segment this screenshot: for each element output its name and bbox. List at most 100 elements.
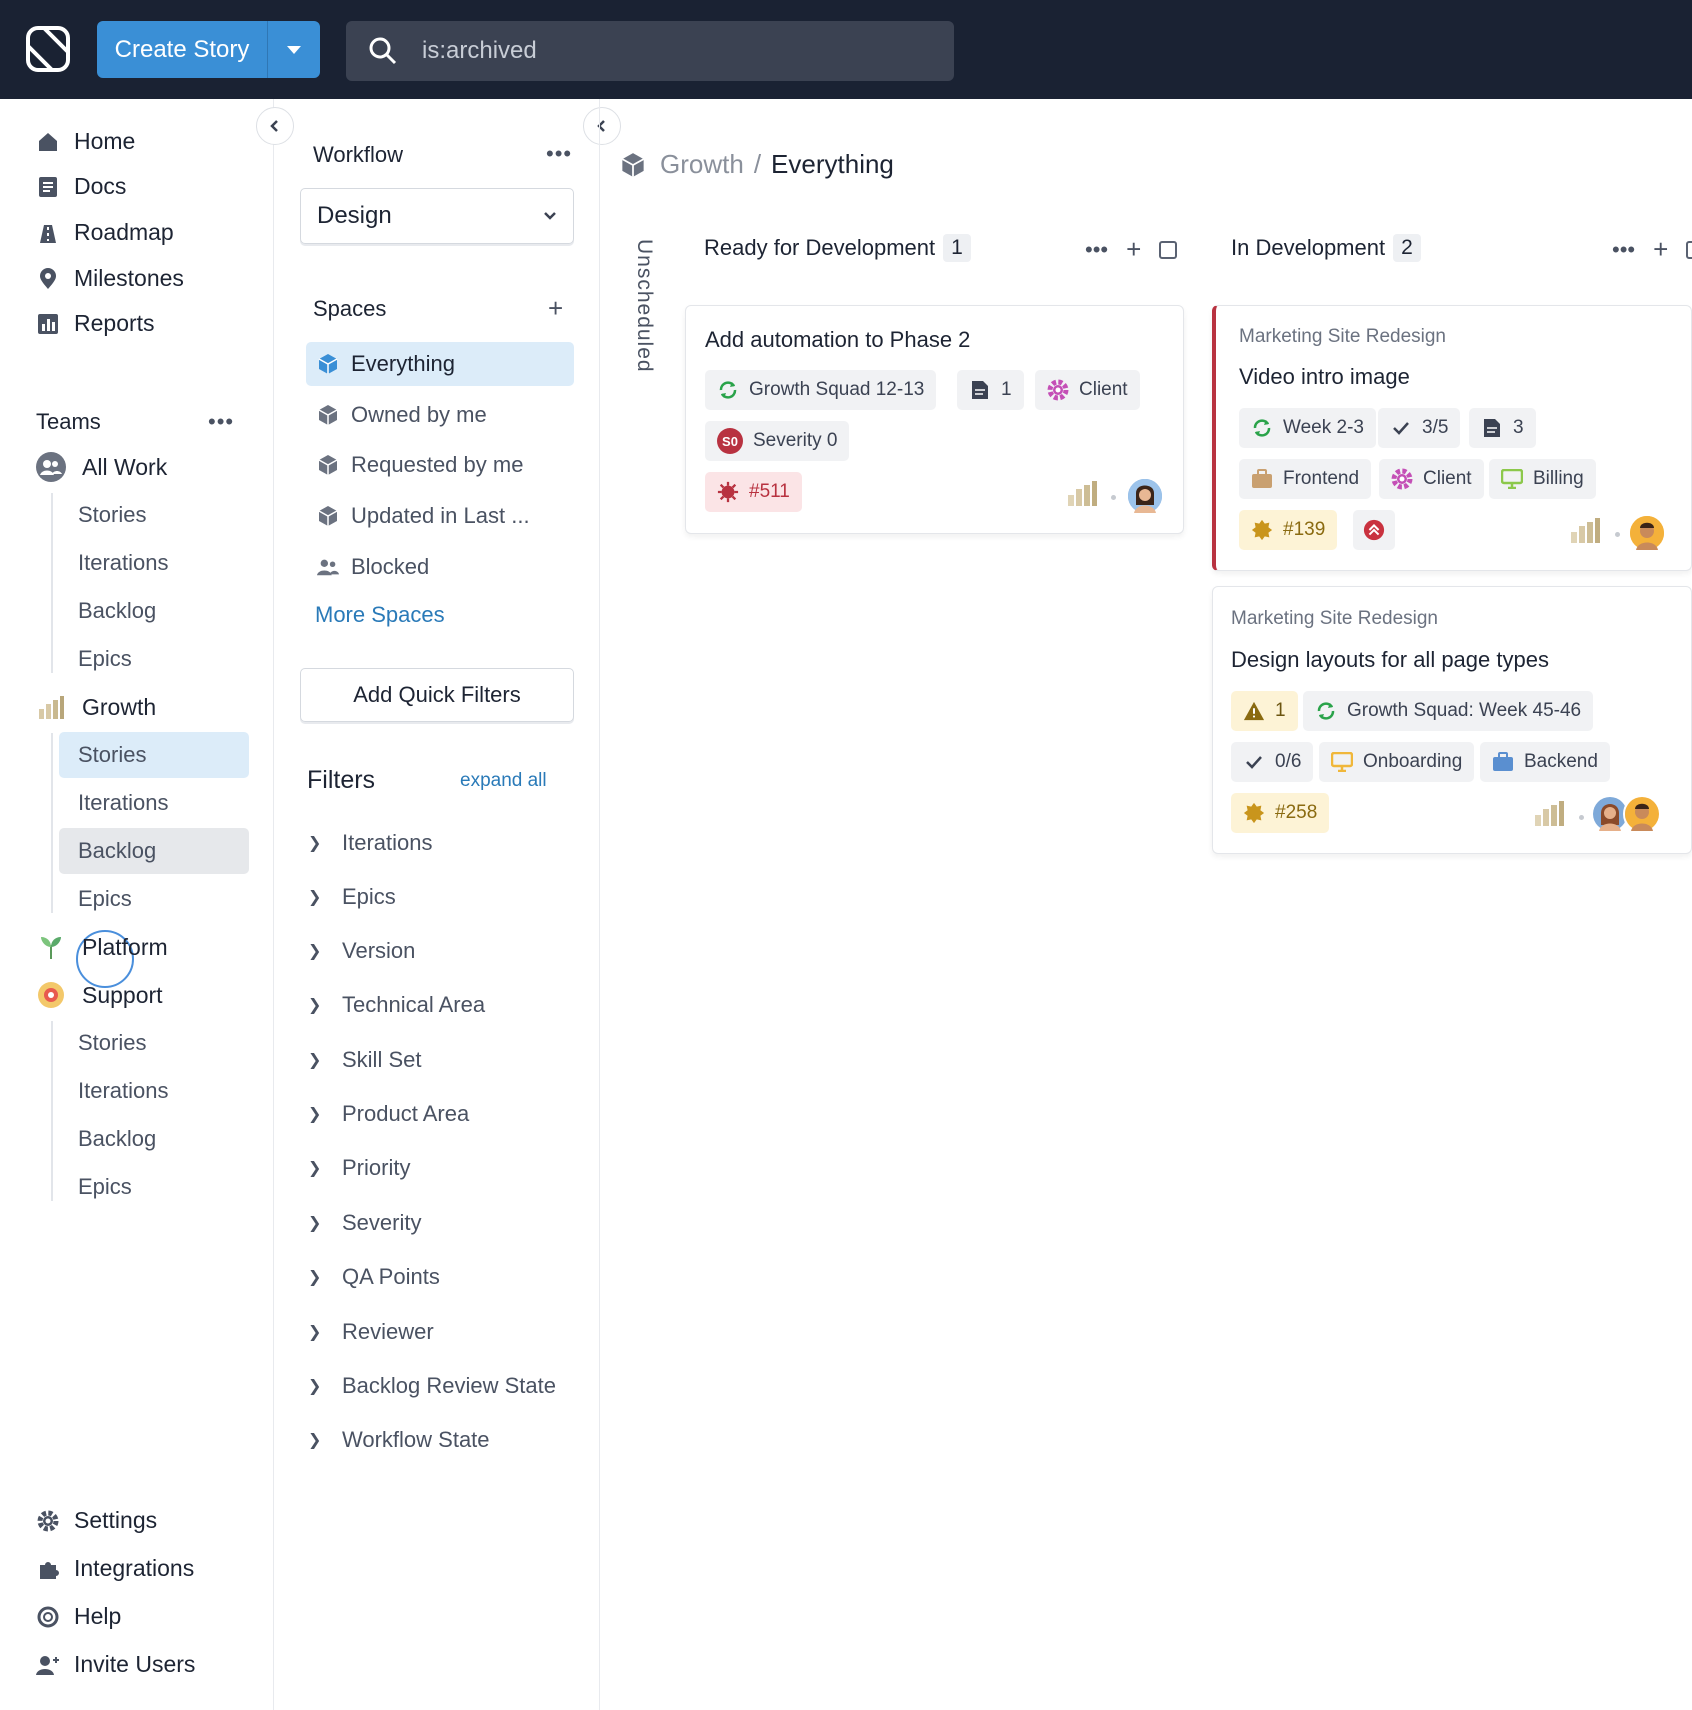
iteration-chip[interactable]: Growth Squad: Week 45-46 <box>1303 691 1594 731</box>
space-blocked[interactable]: Blocked <box>306 545 574 589</box>
support-iterations[interactable]: Iterations <box>59 1068 249 1114</box>
warning-chip[interactable]: 1 <box>1231 691 1298 731</box>
add-space-icon[interactable]: + <box>548 293 564 324</box>
space-requested-by-me[interactable]: Requested by me <box>306 443 574 487</box>
story-id-chip[interactable]: #139 <box>1239 510 1338 550</box>
column-more-icon[interactable]: ••• <box>1612 237 1635 263</box>
filter-label: Reviewer <box>342 1319 434 1344</box>
story-title[interactable]: Video intro image <box>1239 364 1410 390</box>
nav-integrations[interactable]: Integrations <box>36 1555 194 1582</box>
owner-avatar[interactable] <box>1126 477 1164 515</box>
support-epics[interactable]: Epics <box>59 1164 249 1210</box>
space-everything[interactable]: Everything <box>306 342 574 386</box>
nav-roadmap[interactable]: Roadmap <box>36 219 174 246</box>
filter-iterations[interactable]: ❯ Iterations <box>308 830 433 856</box>
nav-reports[interactable]: Reports <box>36 310 155 337</box>
story-card[interactable]: Marketing Site Redesign Video intro imag… <box>1212 305 1692 571</box>
team-all-work[interactable]: All Work <box>36 452 167 482</box>
select-column-checkbox[interactable] <box>1159 240 1178 259</box>
iteration-chip[interactable]: Growth Squad 12-13 <box>705 370 937 410</box>
story-card[interactable]: Marketing Site Redesign Design layouts f… <box>1212 586 1692 854</box>
space-updated-recently[interactable]: Updated in Last ... <box>306 494 574 538</box>
all-work-epics[interactable]: Epics <box>59 636 249 682</box>
owner-avatar[interactable] <box>1623 795 1661 833</box>
label-chip[interactable]: Onboarding <box>1319 742 1475 782</box>
help-icon <box>36 1605 60 1629</box>
story-title[interactable]: Design layouts for all page types <box>1231 647 1549 673</box>
shortcut-logo-icon[interactable] <box>22 22 74 76</box>
tasks-chip[interactable]: 0/6 <box>1231 742 1314 782</box>
filter-product-area[interactable]: ❯ Product Area <box>308 1101 469 1127</box>
support-backlog[interactable]: Backlog <box>59 1116 249 1162</box>
growth-iterations[interactable]: Iterations <box>59 780 249 826</box>
expand-all-link[interactable]: expand all <box>460 770 547 792</box>
label-text: Client <box>1079 379 1128 400</box>
document-icon <box>1481 417 1503 439</box>
nav-home[interactable]: Home <box>36 128 135 155</box>
docs-chip[interactable]: 1 <box>957 370 1024 410</box>
filter-skill-set[interactable]: ❯ Skill Set <box>308 1047 421 1073</box>
label-chip[interactable]: Backend <box>1480 742 1610 782</box>
all-work-iterations[interactable]: Iterations <box>59 540 249 586</box>
label-chip[interactable]: Billing <box>1489 459 1596 499</box>
filter-priority[interactable]: ❯ Priority <box>308 1155 410 1181</box>
team-platform[interactable]: Platform <box>36 932 168 962</box>
workflow-more-icon[interactable]: ••• <box>546 141 572 167</box>
filter-technical-area[interactable]: ❯ Technical Area <box>308 992 485 1018</box>
owner-avatar[interactable] <box>1628 514 1666 552</box>
filter-backlog-review-state[interactable]: ❯ Backlog Review State <box>308 1373 556 1399</box>
filter-qa-points[interactable]: ❯ QA Points <box>308 1264 440 1290</box>
label-chip[interactable]: Client <box>1035 370 1140 410</box>
growth-backlog[interactable]: Backlog <box>59 828 249 874</box>
add-story-icon[interactable]: + <box>1653 234 1668 265</box>
growth-stories[interactable]: Stories <box>59 732 249 778</box>
filter-severity[interactable]: ❯ Severity <box>308 1210 421 1236</box>
filter-epics[interactable]: ❯ Epics <box>308 884 396 910</box>
story-card[interactable]: Add automation to Phase 2 Growth Squad 1… <box>685 305 1184 534</box>
story-epic[interactable]: Marketing Site Redesign <box>1231 608 1438 630</box>
nav-milestones[interactable]: Milestones <box>36 265 184 292</box>
team-growth[interactable]: Growth <box>36 692 156 722</box>
story-title[interactable]: Add automation to Phase 2 <box>705 327 970 353</box>
more-spaces-link[interactable]: More Spaces <box>315 602 445 628</box>
select-column-checkbox[interactable] <box>1686 240 1692 259</box>
space-owned-by-me[interactable]: Owned by me <box>306 393 574 437</box>
create-story-button[interactable]: Create Story <box>97 21 320 78</box>
story-epic[interactable]: Marketing Site Redesign <box>1239 326 1446 348</box>
iteration-chip[interactable]: Week 2-3 <box>1239 408 1376 448</box>
create-story-label[interactable]: Create Story <box>97 21 268 78</box>
teams-more-icon[interactable]: ••• <box>208 409 234 435</box>
story-id-chip[interactable]: #511 <box>705 472 802 512</box>
workflow-select[interactable]: Design <box>300 188 574 244</box>
add-story-icon[interactable]: + <box>1126 234 1141 265</box>
roadmap-icon <box>36 221 60 245</box>
team-support[interactable]: Support <box>36 980 163 1010</box>
story-id-chip[interactable]: #258 <box>1231 793 1330 833</box>
nav-docs[interactable]: Docs <box>36 173 126 200</box>
breadcrumb-parent[interactable]: Growth <box>660 149 744 180</box>
all-work-stories[interactable]: Stories <box>59 492 249 538</box>
label-chip[interactable]: Frontend <box>1239 459 1372 499</box>
filter-version[interactable]: ❯ Version <box>308 938 415 964</box>
nav-help[interactable]: Help <box>36 1603 121 1630</box>
docs-chip[interactable]: 3 <box>1469 408 1536 448</box>
label-chip[interactable]: Client <box>1379 459 1484 499</box>
search-input[interactable]: is:archived <box>422 37 537 65</box>
tasks-chip[interactable]: 3/5 <box>1378 408 1461 448</box>
unscheduled-column-label[interactable]: Unscheduled <box>632 239 656 373</box>
filter-reviewer[interactable]: ❯ Reviewer <box>308 1319 434 1345</box>
support-stories[interactable]: Stories <box>59 1020 249 1066</box>
all-work-backlog[interactable]: Backlog <box>59 588 249 634</box>
puzzle-icon <box>36 1557 60 1581</box>
growth-epics[interactable]: Epics <box>59 876 249 922</box>
create-dropdown-icon[interactable] <box>268 21 320 78</box>
nav-invite-users[interactable]: Invite Users <box>36 1651 195 1678</box>
add-quick-filters-button[interactable]: Add Quick Filters <box>300 668 574 722</box>
search-bar[interactable]: is:archived <box>346 21 954 81</box>
column-more-icon[interactable]: ••• <box>1085 237 1108 263</box>
nav-settings[interactable]: Settings <box>36 1507 157 1534</box>
severity-chip[interactable]: S0 Severity 0 <box>705 421 850 461</box>
filter-workflow-state[interactable]: ❯ Workflow State <box>308 1427 490 1453</box>
nav-help-label: Help <box>74 1603 122 1629</box>
priority-chip[interactable] <box>1353 510 1395 550</box>
